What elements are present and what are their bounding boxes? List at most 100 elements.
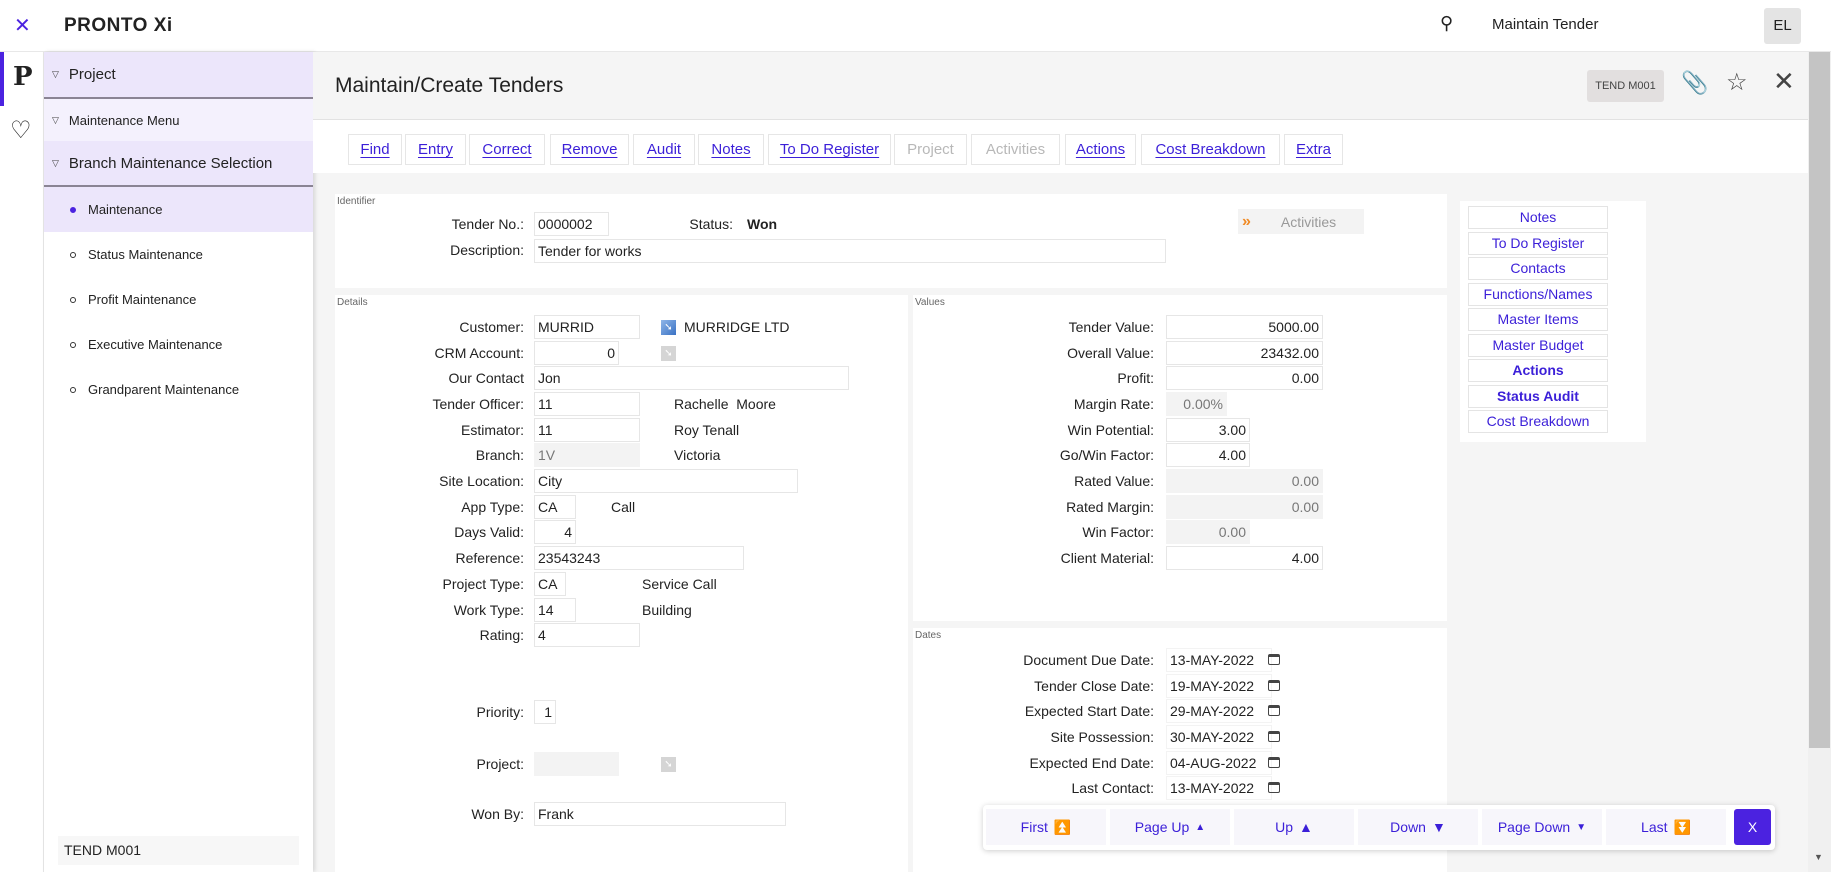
description-input[interactable]: Tender for works bbox=[534, 239, 1166, 263]
reference-input[interactable]: 23543243 bbox=[534, 546, 744, 570]
sidebar-item-grandparent-maintenance[interactable]: Grandparent Maintenance bbox=[44, 367, 313, 412]
site-location-input[interactable]: City bbox=[534, 469, 798, 493]
customer-input[interactable]: MURRID bbox=[534, 315, 640, 339]
down-button[interactable]: Down ▼ bbox=[1358, 809, 1478, 845]
tender-officer-label: Tender Officer: bbox=[432, 396, 524, 412]
drill-down-icon[interactable]: ➘ bbox=[661, 320, 676, 335]
sidebar-item-maintenance[interactable]: Maintenance bbox=[44, 187, 313, 232]
calendar-icon[interactable] bbox=[1268, 680, 1280, 691]
app-type-input[interactable]: CA bbox=[534, 495, 576, 519]
expected-start-date-input[interactable]: 29-MAY-2022 bbox=[1166, 699, 1272, 723]
correct-button[interactable]: Correct bbox=[469, 134, 545, 165]
search-title[interactable]: Maintain Tender bbox=[1492, 16, 1598, 33]
tender-officer-input[interactable]: 11 bbox=[534, 392, 640, 416]
work-type-input[interactable]: 14 bbox=[534, 598, 576, 622]
estimator-input[interactable]: 11 bbox=[534, 418, 640, 442]
status-label: Status: bbox=[689, 216, 733, 232]
favourites-heart-icon[interactable]: ♡ bbox=[10, 116, 32, 145]
cost-breakdown-link[interactable]: Cost Breakdown bbox=[1468, 410, 1608, 433]
master-budget-link[interactable]: Master Budget bbox=[1468, 334, 1608, 357]
first-button[interactable]: First ⏫ bbox=[986, 809, 1106, 845]
to-do-register-link[interactable]: To Do Register bbox=[1468, 232, 1608, 255]
page-down-button[interactable]: Page Down ▼ bbox=[1482, 809, 1602, 845]
project-type-input[interactable]: CA bbox=[534, 572, 566, 596]
values-panel: Values Tender Value: 5000.00 Overall Val… bbox=[913, 295, 1447, 621]
close-icon[interactable]: ✕ bbox=[1773, 66, 1795, 97]
calendar-icon[interactable] bbox=[1268, 757, 1280, 768]
client-material-input[interactable]: 4.00 bbox=[1166, 546, 1323, 570]
tender-no-input[interactable]: 0000002 bbox=[534, 212, 609, 236]
notes-link[interactable]: Notes bbox=[1468, 206, 1608, 229]
sidebar-group-branch-maintenance[interactable]: ▽ Branch Maintenance Selection bbox=[44, 141, 313, 187]
entry-button[interactable]: Entry bbox=[405, 134, 466, 165]
sidebar-item-profit-maintenance[interactable]: Profit Maintenance bbox=[44, 277, 313, 322]
priority-input[interactable]: 1 bbox=[534, 700, 556, 724]
tender-value-label: Tender Value: bbox=[1068, 319, 1154, 335]
our-contact-input[interactable]: Jon bbox=[534, 366, 849, 390]
close-menu-icon[interactable]: ✕ bbox=[14, 13, 31, 38]
expected-end-date-input[interactable]: 04-AUG-2022 bbox=[1166, 751, 1272, 775]
extra-button[interactable]: Extra bbox=[1284, 134, 1343, 165]
tender-close-date-input[interactable]: 19-MAY-2022 bbox=[1166, 674, 1272, 698]
double-up-icon: ▲ bbox=[1195, 821, 1206, 833]
last-contact-input[interactable]: 13-MAY-2022 bbox=[1166, 776, 1272, 800]
calendar-icon[interactable] bbox=[1268, 705, 1280, 716]
calendar-icon[interactable] bbox=[1268, 782, 1280, 793]
sidebar-group-maintenance-menu[interactable]: ▽ Maintenance Menu bbox=[44, 99, 313, 141]
scroll-down-arrow-icon[interactable]: ▼ bbox=[1814, 852, 1823, 862]
scrollbar-thumb[interactable] bbox=[1809, 52, 1830, 748]
overall-value-input[interactable]: 23432.00 bbox=[1166, 341, 1323, 365]
rating-input[interactable]: 4 bbox=[534, 623, 640, 647]
crm-account-input[interactable]: 0 bbox=[534, 341, 619, 365]
our-contact-label: Our Contact bbox=[448, 370, 524, 386]
days-valid-input[interactable]: 4 bbox=[534, 520, 576, 544]
sidebar-group-project[interactable]: ▽ Project bbox=[44, 52, 313, 99]
page-title: Maintain/Create Tenders bbox=[335, 74, 564, 97]
expected-start-date-label: Expected Start Date: bbox=[1024, 703, 1154, 719]
panel-title: Values bbox=[915, 297, 945, 308]
user-avatar[interactable]: EL bbox=[1764, 8, 1801, 44]
tender-value-input[interactable]: 5000.00 bbox=[1166, 315, 1323, 339]
notes-button[interactable]: Notes bbox=[698, 134, 764, 165]
page-up-button[interactable]: Page Up ▲ bbox=[1110, 809, 1230, 845]
profit-input[interactable]: 0.00 bbox=[1166, 366, 1323, 390]
contacts-link[interactable]: Contacts bbox=[1468, 257, 1608, 280]
functions-names-link[interactable]: Functions/Names bbox=[1468, 283, 1608, 306]
branch-label: Branch: bbox=[475, 447, 524, 463]
audit-button[interactable]: Audit bbox=[633, 134, 695, 165]
actions-link[interactable]: Actions bbox=[1468, 359, 1608, 382]
activities-link-button[interactable]: » Activities bbox=[1238, 209, 1364, 234]
function-code-field[interactable]: TEND M001 bbox=[58, 836, 299, 865]
attachment-icon[interactable]: 📎 bbox=[1681, 70, 1708, 96]
sidebar-item-status-maintenance[interactable]: Status Maintenance bbox=[44, 232, 313, 277]
go-win-factor-input[interactable]: 4.00 bbox=[1166, 443, 1250, 467]
find-button[interactable]: Find bbox=[348, 134, 402, 165]
sidebar-item-executive-maintenance[interactable]: Executive Maintenance bbox=[44, 322, 313, 367]
triangle-down-icon: ▽ bbox=[52, 114, 59, 125]
site-possession-input[interactable]: 30-MAY-2022 bbox=[1166, 725, 1272, 749]
up-button[interactable]: Up ▲ bbox=[1234, 809, 1354, 845]
win-potential-input[interactable]: 3.00 bbox=[1166, 418, 1250, 442]
vertical-scrollbar[interactable]: ▼ bbox=[1808, 52, 1831, 872]
pronto-app-icon[interactable]: P bbox=[13, 62, 33, 92]
calendar-icon[interactable] bbox=[1268, 654, 1280, 665]
description-label: Description: bbox=[450, 242, 524, 258]
top-bar: ✕ PRONTO Xi ⚲ Maintain Tender EL bbox=[0, 0, 1831, 52]
star-icon[interactable]: ☆ bbox=[1726, 68, 1748, 97]
to-do-register-button[interactable]: To Do Register bbox=[768, 134, 891, 165]
search-icon[interactable]: ⚲ bbox=[1440, 13, 1453, 34]
double-arrow-icon: » bbox=[1242, 212, 1251, 230]
calendar-icon[interactable] bbox=[1268, 731, 1280, 742]
remove-button[interactable]: Remove bbox=[550, 134, 629, 165]
actions-button[interactable]: Actions bbox=[1065, 134, 1136, 165]
won-by-input[interactable]: Frank bbox=[534, 802, 786, 826]
status-audit-link[interactable]: Status Audit bbox=[1468, 385, 1608, 408]
cost-breakdown-button[interactable]: Cost Breakdown bbox=[1141, 134, 1280, 165]
document-due-date-input[interactable]: 13-MAY-2022 bbox=[1166, 648, 1272, 672]
bullet-icon bbox=[70, 206, 76, 213]
last-button[interactable]: Last ⏬ bbox=[1606, 809, 1726, 845]
down-triangle-icon: ▼ bbox=[1431, 819, 1446, 835]
master-items-link[interactable]: Master Items bbox=[1468, 308, 1608, 331]
record-navigation-bar: First ⏫ Page Up ▲ Up ▲ Down ▼ Page Down ▼ Las… bbox=[983, 805, 1775, 850]
close-navigation-button[interactable]: X bbox=[1734, 809, 1771, 845]
